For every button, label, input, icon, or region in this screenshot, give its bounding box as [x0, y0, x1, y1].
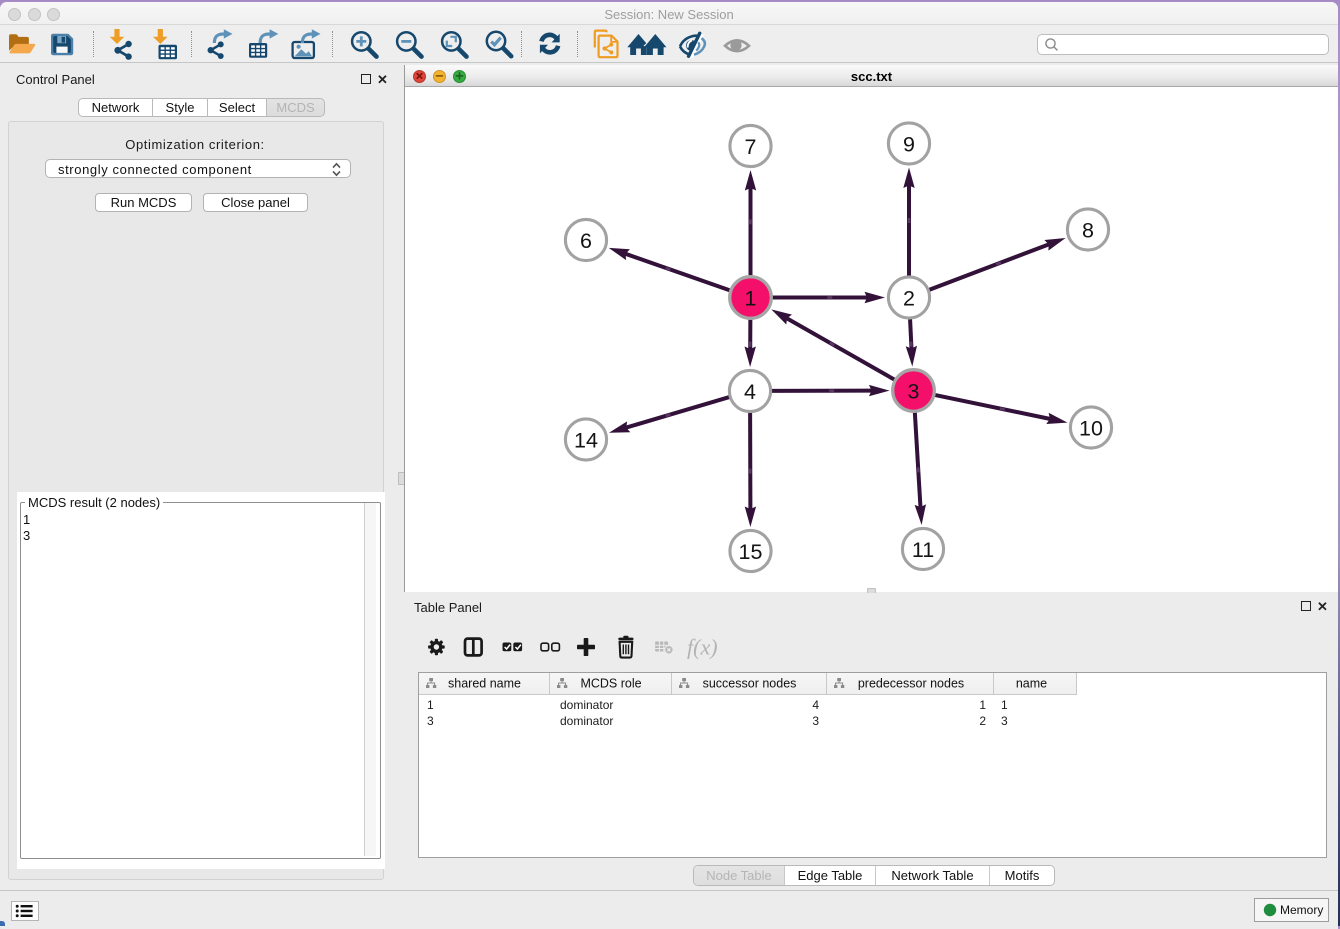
svg-text:1: 1: [745, 287, 757, 311]
svg-text:MCDS role: MCDS role: [580, 677, 641, 691]
svg-text:11: 11: [912, 538, 934, 562]
svg-text:9: 9: [903, 133, 915, 157]
svg-text:2: 2: [903, 287, 915, 311]
svg-text:f(x): f(x): [687, 635, 718, 660]
svg-text:7: 7: [745, 135, 757, 159]
svg-text:15: 15: [739, 540, 763, 564]
svg-text:predecessor nodes: predecessor nodes: [858, 677, 964, 691]
svg-text:14: 14: [574, 429, 598, 453]
svg-text:10: 10: [1079, 417, 1103, 441]
svg-text:successor nodes: successor nodes: [703, 677, 797, 691]
svg-text:6: 6: [580, 229, 592, 253]
svg-text:name: name: [1016, 677, 1047, 691]
svg-text:shared name: shared name: [448, 677, 521, 691]
svg-text:8: 8: [1082, 219, 1094, 243]
svg-text:4: 4: [744, 380, 756, 404]
svg-text:3: 3: [908, 380, 920, 404]
